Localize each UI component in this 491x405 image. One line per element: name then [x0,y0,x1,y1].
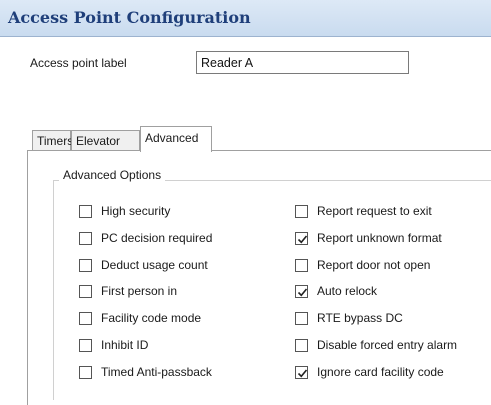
checkmark-icon [297,369,308,378]
option-label: Report door not open [317,258,431,272]
checkbox[interactable] [79,366,92,379]
advanced-options-title: Advanced Options [59,168,166,182]
checkbox[interactable] [295,232,308,245]
tab-advanced[interactable]: Advanced [140,126,212,152]
option-label: PC decision required [101,231,213,245]
checkbox[interactable] [295,312,308,325]
option-label: Disable forced entry alarm [317,338,458,352]
option-label: Inhibit ID [101,338,149,352]
tab-elevator[interactable]: Elevator [71,130,140,150]
checkbox[interactable] [79,312,92,325]
option-label: Timed Anti-passback [101,365,212,379]
option-label: First person in [101,284,178,298]
checkbox[interactable] [79,232,92,245]
checkbox[interactable] [79,285,92,298]
checkbox[interactable] [295,366,308,379]
option-label: RTE bypass DC [317,311,403,325]
tab-timers[interactable]: Timers [32,130,73,150]
option-label: Auto relock [317,284,378,298]
checkbox[interactable] [295,259,308,272]
checkbox[interactable] [295,205,308,218]
access-point-label-caption: Access point label [30,56,127,70]
option-label: Report unknown format [317,231,442,245]
checkmark-icon [297,235,308,244]
checkbox[interactable] [295,285,308,298]
checkbox[interactable] [79,339,92,352]
option-label: Report request to exit [317,204,432,218]
title-bar: Access Point Configuration [0,0,491,37]
access-point-label-input[interactable] [196,51,409,74]
checkmark-icon [297,288,308,297]
option-label: Facility code mode [101,311,202,325]
option-label: High security [101,204,171,218]
checkbox[interactable] [295,339,308,352]
checkbox[interactable] [79,259,92,272]
window-title: Access Point Configuration [8,8,251,27]
option-label: Ignore card facility code [317,365,444,379]
checkbox[interactable] [79,205,92,218]
option-label: Deduct usage count [101,258,208,272]
